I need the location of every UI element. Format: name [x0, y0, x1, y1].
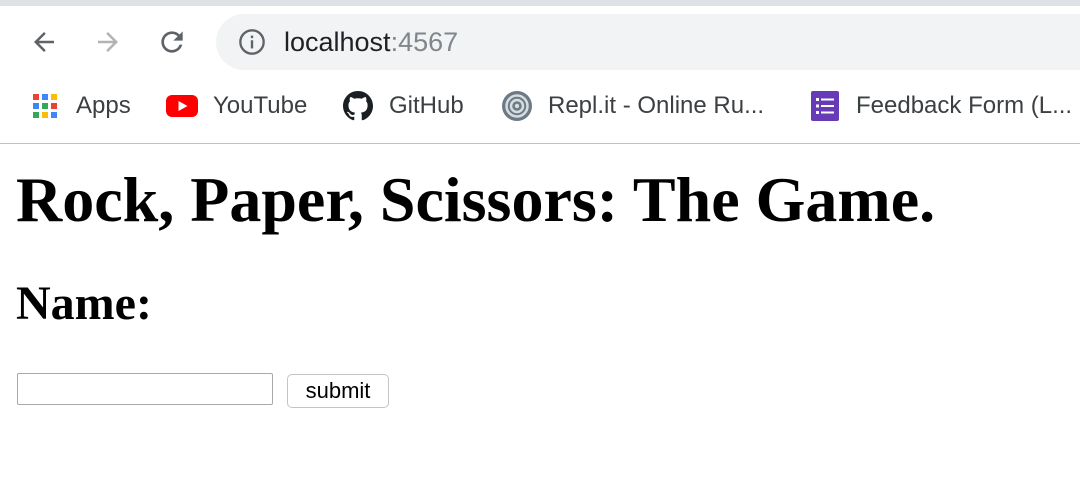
- apps-grid-icon: [29, 90, 61, 122]
- bookmarks-bar: Apps YouTube GitHub Repl.it - Online Ru.…: [0, 82, 1080, 130]
- page-title: Rock, Paper, Scissors: The Game.: [16, 164, 936, 235]
- url-host: localhost: [284, 27, 391, 57]
- reload-button[interactable]: [152, 22, 192, 62]
- submit-button[interactable]: submit: [287, 374, 389, 408]
- bookmark-label: Apps: [76, 92, 131, 119]
- replit-icon: [501, 90, 533, 122]
- bookmark-label: Feedback Form (L...: [856, 92, 1073, 119]
- browser-chrome: localhost:4567 Apps YouTube GitHub Repl.…: [0, 0, 1080, 144]
- tab-strip: [0, 0, 1080, 6]
- forward-button[interactable]: [88, 22, 128, 62]
- bookmark-github[interactable]: GitHub: [342, 82, 464, 130]
- bookmark-label: YouTube: [213, 92, 308, 119]
- back-button[interactable]: [24, 22, 64, 62]
- reload-icon: [161, 31, 183, 53]
- page-content: Rock, Paper, Scissors: The Game. Name: s…: [0, 144, 1080, 484]
- name-input[interactable]: [17, 373, 273, 405]
- google-forms-icon: [809, 90, 841, 122]
- url-port: :4567: [390, 27, 459, 57]
- youtube-icon: [166, 90, 198, 122]
- bookmark-apps[interactable]: Apps: [29, 82, 131, 130]
- info-icon[interactable]: [238, 28, 266, 56]
- bookmark-youtube[interactable]: YouTube: [166, 82, 307, 130]
- url-text[interactable]: localhost:4567: [284, 14, 458, 70]
- bookmark-label: Repl.it - Online Ru...: [548, 92, 765, 119]
- bookmark-label: GitHub: [389, 92, 464, 119]
- github-icon: [342, 90, 374, 122]
- arrow-left-icon: [34, 32, 54, 52]
- arrow-right-icon: [98, 32, 118, 52]
- bookmark-replit[interactable]: Repl.it - Online Ru...: [501, 82, 764, 130]
- address-bar[interactable]: localhost:4567: [216, 14, 1080, 70]
- name-label: Name:: [16, 277, 152, 330]
- bookmark-feedback-form[interactable]: Feedback Form (L...: [809, 82, 1072, 130]
